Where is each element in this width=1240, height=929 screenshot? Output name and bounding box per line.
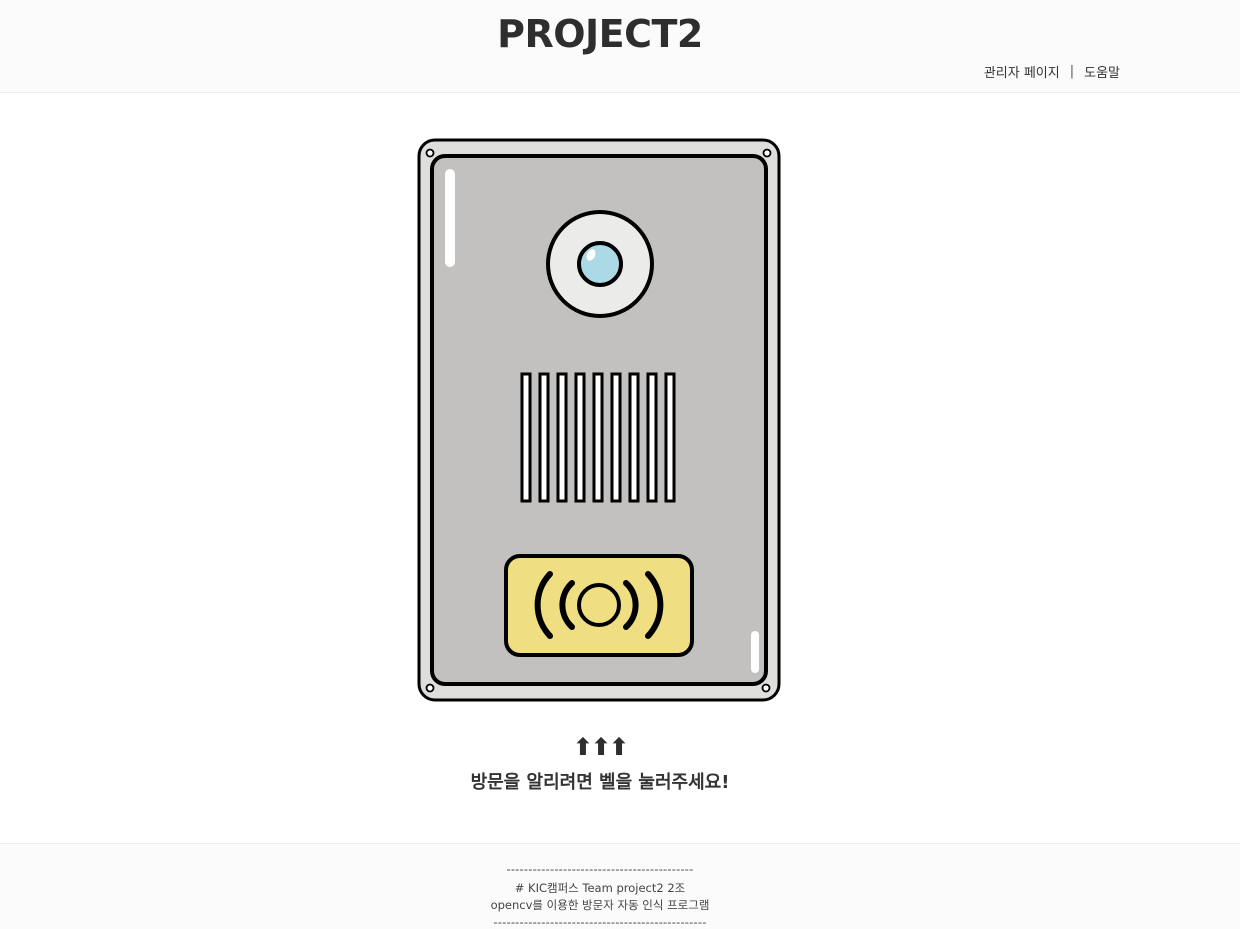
site-footer: ----------------------------------------… [0, 843, 1240, 929]
panel-highlight [751, 631, 759, 673]
footer-description: opencv를 이용한 방문자 자동 인식 프로그램 [490, 898, 710, 912]
ring-bell-instruction: 방문을 알리려면 벨을 눌러주세요! [470, 772, 730, 793]
camera-lens-icon [546, 210, 654, 318]
doorbell-ring-button[interactable] [504, 554, 694, 657]
screw-icon [425, 148, 435, 158]
site-title: PROJECT2 [497, 12, 703, 56]
screw-icon [761, 683, 771, 693]
admin-page-link[interactable]: 관리자 페이지 [984, 62, 1060, 81]
link-separator: | [1069, 64, 1075, 79]
panel-highlight [445, 169, 455, 267]
help-link[interactable]: 도움말 [1084, 62, 1120, 81]
doorbell-illustration [417, 138, 781, 702]
screw-icon [762, 148, 772, 158]
up-arrows-icon: ⬆⬆⬆ [572, 733, 629, 761]
top-links: 관리자 페이지 | 도움말 [984, 62, 1120, 81]
footer-divider-bottom: ----------------------------------------… [493, 915, 707, 929]
site-header: PROJECT2 관리자 페이지 | 도움말 [0, 0, 1240, 93]
doorbell-intercom [416, 137, 782, 703]
screw-icon [425, 683, 435, 693]
footer-team: # KIC캠퍼스 Team project2 2조 [514, 881, 686, 895]
footer-divider-top: ----------------------------------------… [506, 862, 694, 876]
speaker-grille-icon [520, 372, 676, 503]
